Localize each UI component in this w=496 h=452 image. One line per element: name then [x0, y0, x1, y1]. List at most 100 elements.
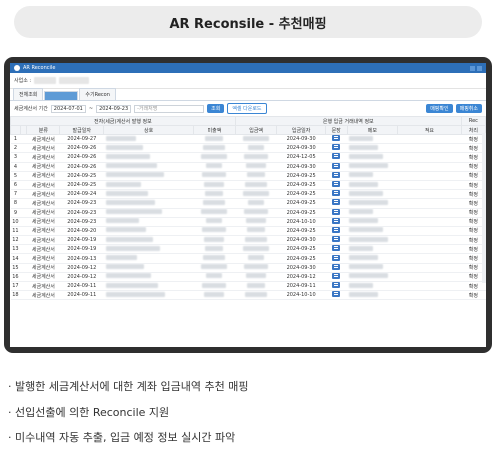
row-document[interactable]	[325, 226, 348, 237]
document-icon[interactable]	[332, 282, 341, 289]
document-icon[interactable]	[332, 144, 341, 151]
row-type: 세금계산서	[26, 263, 60, 273]
row-document[interactable]	[325, 171, 348, 181]
document-icon[interactable]	[332, 245, 341, 252]
document-icon[interactable]	[332, 236, 341, 243]
excel-download-button[interactable]: 엑셀 다운로드	[227, 103, 267, 114]
row-summary	[397, 162, 462, 172]
row-select[interactable]	[20, 180, 27, 191]
document-icon[interactable]	[332, 135, 341, 142]
document-icon[interactable]	[332, 226, 341, 233]
search-button[interactable]: 조회	[207, 104, 225, 113]
table-row[interactable]: 18 세금계산서 2024-09-11 2024-10-10 확정	[10, 290, 486, 301]
row-document[interactable]	[325, 143, 348, 154]
document-icon[interactable]	[332, 208, 341, 215]
mapping-confirm-button[interactable]: 매핑확인	[426, 104, 453, 113]
row-number: 15	[10, 263, 21, 273]
table-row[interactable]: 16 세금계산서 2024-09-12 2024-09-12 확정	[10, 272, 486, 283]
table-row[interactable]: 1 세금계산서 2024-09-27 2024-09-30 확정	[10, 134, 486, 145]
row-document[interactable]	[325, 134, 348, 145]
row-select[interactable]	[20, 208, 27, 218]
document-icon[interactable]	[332, 162, 341, 169]
document-icon[interactable]	[332, 199, 341, 206]
row-deposit	[235, 235, 277, 246]
row-company	[103, 217, 194, 227]
table-row[interactable]: 5 세금계산서 2024-09-25 2024-09-25 확정	[10, 171, 486, 181]
row-select[interactable]	[20, 198, 27, 209]
table-row[interactable]: 2 세금계산서 2024-09-26 2024-09-30 확정	[10, 143, 486, 154]
document-icon[interactable]	[332, 190, 341, 197]
row-summary	[397, 217, 462, 227]
row-document[interactable]	[325, 272, 348, 283]
row-document[interactable]	[325, 244, 348, 255]
table-scrollbar[interactable]	[482, 133, 486, 283]
table-row[interactable]: 3 세금계산서 2024-09-26 2024-12-05 확정	[10, 152, 486, 163]
row-select[interactable]	[20, 235, 27, 246]
table-row[interactable]: 14 세금계산서 2024-09-13 2024-09-25 확정	[10, 253, 486, 264]
document-icon[interactable]	[332, 181, 341, 188]
row-type: 세금계산서	[26, 198, 60, 209]
row-select[interactable]	[20, 189, 27, 200]
row-document[interactable]	[325, 290, 348, 301]
document-icon[interactable]	[332, 217, 341, 224]
table-row[interactable]: 6 세금계산서 2024-09-25 2024-09-25 확정	[10, 180, 486, 191]
row-select[interactable]	[20, 217, 27, 227]
row-document[interactable]	[325, 208, 348, 218]
row-select[interactable]	[20, 253, 27, 264]
row-number: 12	[10, 235, 21, 246]
row-document[interactable]	[325, 235, 348, 246]
tab-all[interactable]: 전체조회	[13, 88, 44, 100]
row-outstanding	[193, 171, 236, 181]
row-document[interactable]	[325, 162, 348, 172]
tab-recommend[interactable]	[44, 91, 79, 100]
row-document[interactable]	[325, 263, 348, 273]
row-select[interactable]	[20, 171, 27, 181]
row-select[interactable]	[20, 290, 27, 301]
document-icon[interactable]	[332, 254, 341, 261]
table-row[interactable]: 9 세금계산서 2024-09-23 2024-09-25 확정	[10, 208, 486, 218]
row-select[interactable]	[20, 272, 27, 283]
row-outstanding	[193, 198, 236, 209]
table-row[interactable]: 12 세금계산서 2024-09-19 2024-09-30 확정	[10, 235, 486, 246]
document-icon[interactable]	[332, 272, 341, 279]
minimize-icon[interactable]	[470, 65, 475, 71]
row-document[interactable]	[325, 217, 348, 227]
table-row[interactable]: 13 세금계산서 2024-09-19 2024-09-25 확정	[10, 244, 486, 255]
row-select[interactable]	[20, 263, 27, 273]
row-document[interactable]	[325, 198, 348, 209]
row-outstanding	[193, 134, 236, 145]
business-select[interactable]	[34, 77, 57, 84]
row-select[interactable]	[20, 162, 27, 172]
table-row[interactable]: 10 세금계산서 2024-09-23 2024-10-10 확정	[10, 217, 486, 227]
document-icon[interactable]	[332, 171, 341, 178]
row-document[interactable]	[325, 152, 348, 163]
table-row[interactable]: 8 세금계산서 2024-09-23 2024-09-25 확정	[10, 198, 486, 209]
document-icon[interactable]	[332, 263, 341, 270]
date-from-input[interactable]: 2024-07-01	[50, 104, 86, 113]
document-icon[interactable]	[332, 291, 341, 298]
document-icon[interactable]	[332, 153, 341, 160]
close-icon[interactable]	[477, 65, 482, 71]
row-document[interactable]	[325, 180, 348, 191]
row-outstanding	[193, 143, 236, 154]
date-to-input[interactable]: 2024-09-23	[96, 104, 132, 113]
row-select[interactable]	[20, 152, 27, 163]
row-select[interactable]	[20, 244, 27, 255]
row-document[interactable]	[325, 281, 348, 292]
table-row[interactable]: 15 세금계산서 2024-09-12 2024-09-30 확정	[10, 263, 486, 273]
row-document[interactable]	[325, 253, 348, 264]
table-row[interactable]: 7 세금계산서 2024-09-24 2024-09-25 확정	[10, 189, 486, 200]
row-number: 8	[10, 198, 21, 209]
mapping-cancel-button[interactable]: 매핑취소	[455, 104, 482, 113]
row-company	[103, 171, 194, 181]
table-row[interactable]: 11 세금계산서 2024-09-20 2024-09-25 확정	[10, 226, 486, 237]
row-document[interactable]	[325, 189, 348, 200]
tab-manual-recon[interactable]: 수기Recon	[79, 88, 116, 100]
row-select[interactable]	[20, 281, 27, 292]
table-row[interactable]: 4 세금계산서 2024-09-26 2024-09-30 확정	[10, 162, 486, 172]
row-select[interactable]	[20, 226, 27, 237]
row-select[interactable]	[20, 134, 27, 145]
row-select[interactable]	[20, 143, 27, 154]
table-row[interactable]: 17 세금계산서 2024-09-11 2024-09-11 확정	[10, 281, 486, 292]
vendor-input[interactable]: -거래처명	[134, 104, 205, 113]
